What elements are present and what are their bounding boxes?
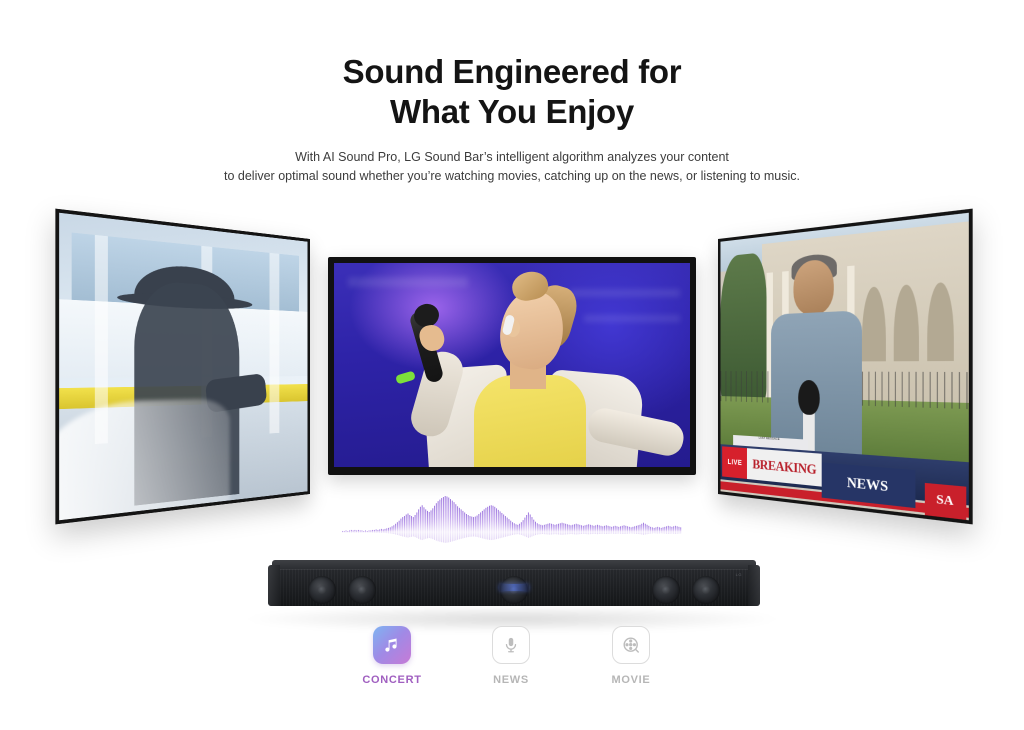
tv-stage: LAST MESSAGE LIVE BREAKING NEWS SA — [0, 225, 1024, 495]
movie-scene — [59, 213, 307, 521]
news-screen: LAST MESSAGE LIVE BREAKING NEWS SA — [718, 209, 973, 525]
sound-mode-selector: CONCERT NEWS MOVIE — [0, 626, 1024, 706]
audio-waveform-svg — [342, 492, 682, 554]
speaker-driver — [308, 576, 336, 604]
page-subtitle: With AI Sound Pro, LG Sound Bar’s intell… — [0, 148, 1024, 186]
stage-light — [348, 277, 468, 287]
sound-mode-news-label: NEWS — [461, 674, 561, 686]
page-title-line1: Sound Engineered for — [343, 53, 682, 90]
page-title: Sound Engineered for What You Enjoy — [0, 52, 1024, 132]
audio-waveform — [0, 492, 1024, 554]
sound-mode-news[interactable]: NEWS — [461, 626, 561, 686]
page-subtitle-line1: With AI Sound Pro, LG Sound Bar’s intell… — [295, 150, 729, 164]
speaker-driver — [692, 576, 720, 604]
concert-scene — [334, 263, 690, 467]
speaker-driver — [652, 576, 680, 604]
movie-pillar — [270, 253, 280, 434]
film-reel-icon[interactable] — [612, 626, 650, 664]
music-note-icon[interactable] — [373, 626, 411, 664]
reporter-body — [771, 310, 862, 457]
sound-mode-concert-label: CONCERT — [342, 674, 442, 686]
soundbar-right-end-cap — [748, 565, 760, 606]
stage-light — [584, 315, 680, 322]
stage-light — [570, 289, 680, 297]
movie-screen-content — [59, 213, 307, 521]
sound-mode-concert[interactable]: CONCERT — [342, 626, 442, 686]
news-live-badge: LIVE — [723, 447, 748, 480]
microphone-icon[interactable] — [492, 626, 530, 664]
microphone-green-band — [395, 371, 416, 385]
header: Sound Engineered for What You Enjoy With… — [0, 52, 1024, 186]
lg-logo: LG — [736, 572, 742, 577]
soundbar-left-end-cap — [268, 565, 280, 606]
movie-screen — [55, 209, 310, 525]
soundbar-area: LG — [0, 548, 1024, 626]
lg-sound-bar: LG — [268, 560, 760, 608]
concert-screen-content — [334, 263, 690, 467]
speaker-driver — [348, 576, 376, 604]
reporter-microphone-head — [798, 380, 819, 416]
news-screen-content: LAST MESSAGE LIVE BREAKING NEWS SA — [720, 213, 968, 521]
news-scene: LAST MESSAGE LIVE BREAKING NEWS SA — [720, 213, 968, 521]
soundbar-led-display — [499, 584, 529, 591]
page-title-line2: What You Enjoy — [390, 93, 634, 130]
sound-mode-movie[interactable]: MOVIE — [581, 626, 681, 686]
sound-mode-movie-label: MOVIE — [581, 674, 681, 686]
reporter-head — [794, 259, 834, 316]
ai-sound-pro-marketing-page: Sound Engineered for What You Enjoy With… — [0, 0, 1024, 730]
concert-screen — [328, 257, 696, 475]
page-subtitle-line2: to deliver optimal sound whether you’re … — [224, 169, 800, 183]
